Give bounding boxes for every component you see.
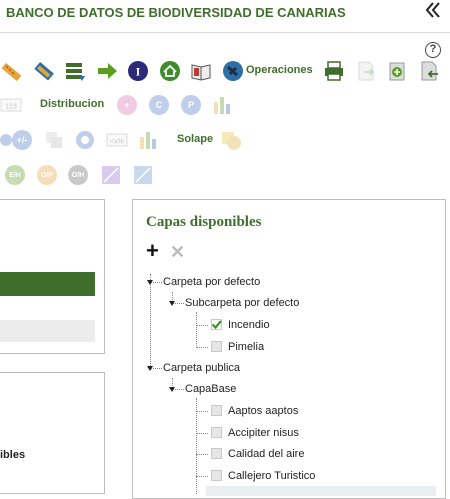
tree-line bbox=[196, 347, 208, 348]
layer-checkbox-aaptos[interactable] bbox=[211, 405, 222, 416]
tree-row-highlight[interactable] bbox=[206, 486, 436, 496]
header-divider bbox=[0, 32, 450, 33]
close-icon[interactable]: ✕ bbox=[170, 242, 185, 262]
expand-caret-icon[interactable] bbox=[147, 366, 153, 371]
tree-line bbox=[196, 476, 208, 477]
layer-checkbox-calidad-aire[interactable] bbox=[211, 448, 222, 459]
c-badge: C bbox=[149, 95, 169, 115]
comment-icon[interactable] bbox=[74, 129, 96, 151]
book-icon[interactable] bbox=[190, 60, 212, 82]
c-circle-icon[interactable]: C bbox=[148, 94, 170, 116]
op-badge: O/P bbox=[37, 165, 57, 185]
tree-line bbox=[196, 433, 208, 434]
add-circle-icon[interactable]: + bbox=[116, 94, 138, 116]
p-badge: P bbox=[181, 95, 201, 115]
left-panel-bottom bbox=[0, 372, 105, 494]
left-panel-green-bar[interactable] bbox=[0, 272, 95, 296]
help-icon[interactable]: ? bbox=[425, 42, 441, 58]
info-icon[interactable]: I bbox=[127, 60, 149, 82]
expand-caret-icon[interactable] bbox=[169, 301, 175, 306]
add-badge: + bbox=[117, 95, 137, 115]
tree-folder-carpeta-publica[interactable]: Carpeta publica bbox=[163, 362, 240, 374]
grid-blue-icon[interactable] bbox=[132, 164, 154, 186]
tree-folder-carpeta-por-defecto[interactable]: Carpeta por defecto bbox=[163, 276, 260, 288]
home-icon[interactable] bbox=[159, 60, 181, 82]
checkmark-icon bbox=[211, 320, 222, 330]
plus-minus-badge: +/- bbox=[12, 130, 32, 150]
percent-badge-text: <x% bbox=[110, 139, 124, 146]
layer-checkbox-callejero[interactable] bbox=[211, 470, 222, 481]
arrow-right-icon[interactable] bbox=[96, 60, 118, 82]
solape-button[interactable]: Solape bbox=[177, 133, 213, 145]
capas-title: Capas disponibles bbox=[146, 214, 262, 230]
print-icon[interactable] bbox=[323, 60, 345, 82]
add-doc-icon[interactable] bbox=[386, 60, 408, 82]
layer-checkbox-pimelia[interactable] bbox=[211, 341, 222, 352]
import-doc-icon[interactable] bbox=[418, 60, 440, 82]
left-panel-grey-bar[interactable] bbox=[0, 320, 95, 342]
layers-list-icon[interactable] bbox=[64, 60, 86, 82]
double-chevron-left-icon[interactable] bbox=[424, 0, 442, 25]
tree-folder-capabase[interactable]: CapaBase bbox=[185, 383, 236, 395]
layer-label-callejero[interactable]: Callejero Turistico bbox=[228, 470, 315, 482]
layer-label-accipiter[interactable]: Accipiter nisus bbox=[228, 427, 299, 439]
copy-icon[interactable] bbox=[43, 129, 65, 151]
eh-badge: E/H bbox=[5, 165, 25, 185]
layer-label-aaptos[interactable]: Aaptos aaptos bbox=[228, 405, 298, 417]
tree-line bbox=[196, 325, 208, 326]
layer-checkbox-accipiter[interactable] bbox=[211, 427, 222, 438]
oh-badge: O/H bbox=[68, 165, 88, 185]
layer-checkbox-incendio[interactable] bbox=[211, 319, 222, 330]
tree-line bbox=[196, 411, 208, 412]
tree-line bbox=[196, 312, 197, 348]
distribucion-button[interactable]: Distribucion bbox=[40, 98, 104, 110]
area-measure-icon[interactable] bbox=[32, 60, 54, 82]
grid-purple-icon[interactable] bbox=[100, 164, 122, 186]
expand-caret-icon[interactable] bbox=[169, 387, 175, 392]
count-icon[interactable]: 123 bbox=[0, 94, 22, 116]
eh-icon[interactable]: E/H bbox=[4, 164, 26, 186]
count-badge-text: 123 bbox=[5, 104, 17, 111]
layer-label-pimelia[interactable]: Pimelia bbox=[228, 341, 264, 353]
expand-caret-icon[interactable] bbox=[147, 280, 153, 285]
tree-line bbox=[150, 274, 151, 370]
layer-label-incendio[interactable]: Incendio bbox=[228, 319, 270, 331]
p-circle-icon[interactable]: P bbox=[180, 94, 202, 116]
plus-minus-icon[interactable]: +/- bbox=[11, 129, 33, 151]
tree-folder-subcarpeta-por-defecto[interactable]: Subcarpeta por defecto bbox=[185, 297, 299, 309]
overlap-icon[interactable] bbox=[220, 129, 242, 151]
export-doc-icon[interactable] bbox=[355, 60, 377, 82]
plus-icon[interactable]: + bbox=[146, 240, 159, 262]
bar-chart-icon[interactable] bbox=[211, 94, 233, 116]
app-title: BANCO DE DATOS DE BIODIVERSIDAD DE CANAR… bbox=[6, 5, 346, 20]
tree-line bbox=[196, 454, 208, 455]
percent-icon[interactable]: <x% bbox=[106, 129, 128, 151]
svg-text:I: I bbox=[136, 65, 141, 79]
oh-icon[interactable]: O/H bbox=[67, 164, 89, 186]
bar-chart-2-icon[interactable] bbox=[137, 129, 159, 151]
globe-operations-icon[interactable] bbox=[222, 60, 244, 82]
tree-line bbox=[196, 398, 197, 494]
left-panel-label: ibles bbox=[0, 449, 26, 461]
layer-label-calidad-aire[interactable]: Calidad del aire bbox=[228, 448, 304, 460]
ruler-icon[interactable] bbox=[0, 60, 22, 82]
operaciones-button[interactable]: Operaciones bbox=[246, 64, 313, 76]
op-icon[interactable]: O/P bbox=[36, 164, 58, 186]
